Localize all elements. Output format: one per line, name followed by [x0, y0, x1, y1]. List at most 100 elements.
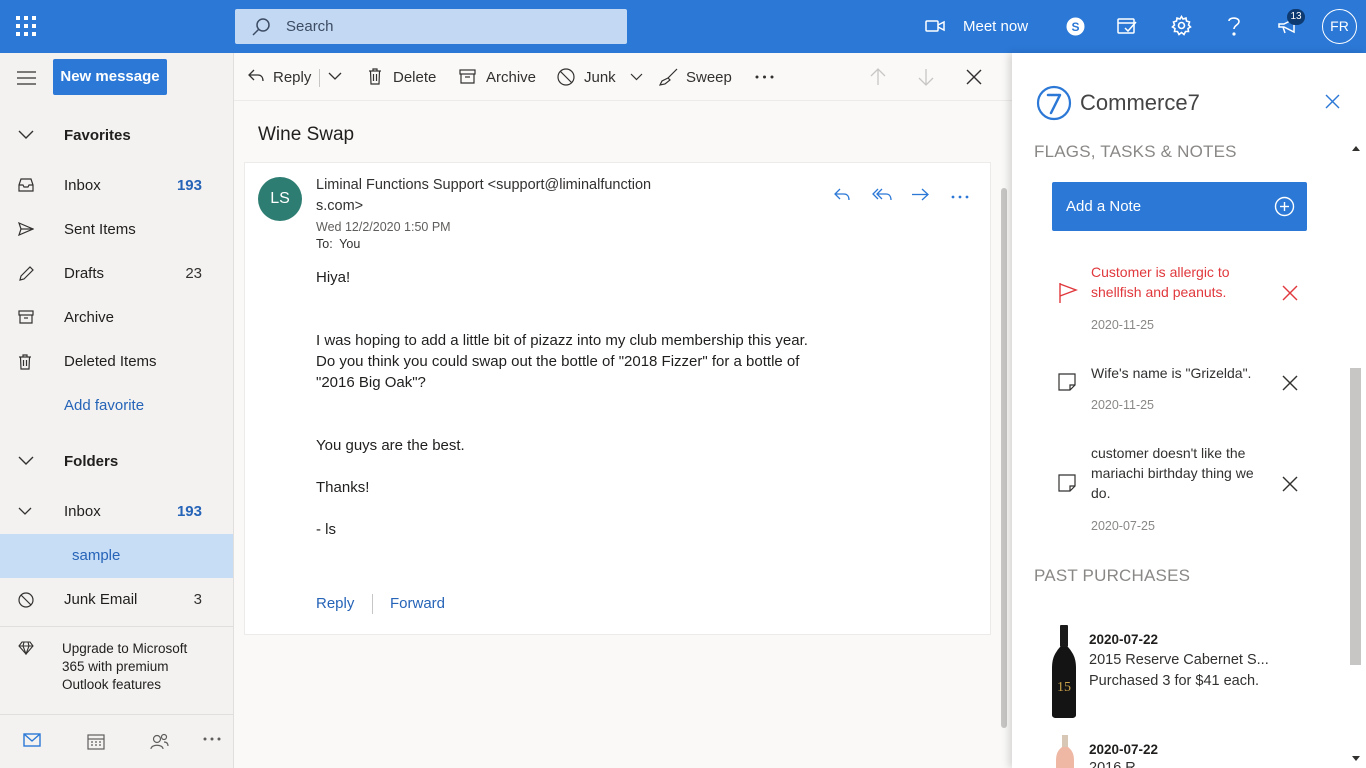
new-message-button[interactable]: New message: [53, 59, 167, 95]
nav-item-sent-items[interactable]: Sent Items: [0, 208, 233, 252]
search-placeholder: Search: [286, 18, 334, 35]
note-icon: [1058, 474, 1076, 492]
addin-title: Commerce7: [1080, 90, 1200, 115]
forward-arrow-icon[interactable]: [911, 187, 929, 202]
reply-arrow-icon: [248, 69, 264, 83]
to-value[interactable]: You: [339, 237, 360, 251]
inbox-icon: [18, 178, 34, 192]
delete-note-icon[interactable]: [1282, 476, 1298, 492]
account-avatar[interactable]: FR: [1322, 9, 1357, 44]
close-reading-pane-icon[interactable]: [966, 69, 982, 91]
plus-circle-icon: [1274, 196, 1295, 217]
module-switcher: [0, 714, 233, 768]
message-subject: Wine Swap: [258, 124, 355, 145]
video-call-icon[interactable]: [925, 18, 945, 34]
body-paragraph: - ls: [316, 521, 336, 538]
scroll-up-arrow-icon[interactable]: [1352, 146, 1360, 151]
favorites-label: Favorites: [64, 127, 131, 144]
purchase-details: Purchased 3 for $41 each.: [1089, 673, 1260, 689]
nav-item-deleted-items[interactable]: Deleted Items: [0, 340, 233, 384]
note-date: 2020-11-25: [1091, 398, 1155, 412]
folders-label: Folders: [64, 453, 119, 470]
purchase-item[interactable]: 15 2020-07-22 2015 Reserve Cabernet S...…: [1050, 625, 1340, 720]
chevron-down-icon[interactable]: [18, 507, 32, 516]
reading-pane-scrollbar[interactable]: [1001, 188, 1007, 728]
sender-avatar[interactable]: LS: [258, 177, 302, 221]
reply-link[interactable]: Reply: [316, 595, 354, 612]
forward-link[interactable]: Forward: [390, 595, 445, 612]
reply-all-arrow-icon[interactable]: [872, 187, 892, 202]
note-icon: [1058, 373, 1076, 391]
previous-message-arrow-up-icon[interactable]: [869, 68, 887, 90]
favorites-header[interactable]: Favorites: [0, 114, 233, 158]
purchase-item[interactable]: 2020-07-22 2016 R...: [1050, 735, 1340, 768]
more-actions-icon[interactable]: [755, 75, 774, 97]
nav-folder-junk-email[interactable]: Junk Email 3: [0, 578, 233, 622]
message-date: Wed 12/2/2020 1:50 PM: [316, 220, 451, 234]
people-icon[interactable]: [150, 733, 169, 750]
unread-count: 193: [176, 177, 202, 194]
purchase-date: 2020-07-22: [1089, 742, 1159, 757]
close-icon[interactable]: [1325, 94, 1340, 109]
archive-label: Archive: [486, 69, 537, 86]
note-text: Wife's name is "Grizelda".: [1091, 365, 1252, 381]
upgrade-banner[interactable]: Upgrade to Microsoft 365 with premium Ou…: [0, 626, 233, 706]
nav-item-drafts[interactable]: Drafts 23: [0, 252, 233, 296]
send-icon: [18, 222, 34, 236]
note-text: customer doesn't like the mariachi birth…: [1091, 445, 1254, 501]
delete-note-icon[interactable]: [1282, 375, 1298, 391]
reply-arrow-icon[interactable]: [834, 187, 850, 202]
sweep-label: Sweep: [686, 69, 732, 86]
folder-pane: New message Favorites Inbox 193 Sent Ite…: [0, 53, 234, 768]
delete-note-icon[interactable]: [1282, 285, 1298, 301]
divider: [319, 69, 320, 87]
nav-item-label: sample: [72, 547, 121, 564]
junk-block-icon: [18, 592, 34, 608]
add-favorite-link[interactable]: Add favorite: [0, 384, 233, 428]
svg-text:S: S: [1071, 20, 1079, 34]
add-note-button[interactable]: Add a Note: [1052, 182, 1307, 231]
nav-folder-inbox[interactable]: Inbox 193: [0, 490, 233, 534]
top-bar: Search Meet now S 13 FR: [0, 0, 1366, 53]
more-apps-icon[interactable]: [203, 737, 221, 741]
next-message-arrow-down-icon[interactable]: [917, 68, 935, 90]
scroll-down-arrow-icon[interactable]: [1352, 756, 1360, 761]
commerce7-logo-icon: [1036, 85, 1072, 121]
purchase-product-name: 2016 R...: [1089, 760, 1148, 768]
sender-name[interactable]: Liminal Functions Support <support@limin…: [316, 175, 656, 217]
body-paragraph: Thanks!: [316, 479, 370, 496]
calendar-icon[interactable]: [87, 733, 105, 750]
diamond-icon: [18, 641, 34, 655]
more-message-actions-icon[interactable]: [951, 195, 969, 199]
archive-icon: [18, 310, 34, 324]
folders-header[interactable]: Folders: [0, 440, 233, 484]
junk-block-icon: [557, 68, 575, 86]
purchase-product-name: 2015 Reserve Cabernet S...: [1089, 652, 1269, 668]
broom-icon: [659, 68, 678, 86]
chevron-down-icon: [630, 73, 643, 81]
wine-bottle-image: [1054, 735, 1076, 768]
skype-icon[interactable]: S: [1066, 17, 1085, 36]
scrollbar-thumb[interactable]: [1350, 368, 1361, 665]
unread-count: 193: [176, 503, 202, 520]
nav-item-archive[interactable]: Archive: [0, 296, 233, 340]
help-icon[interactable]: [1226, 15, 1242, 37]
settings-gear-icon[interactable]: [1171, 15, 1192, 36]
nav-item-inbox[interactable]: Inbox 193: [0, 164, 233, 208]
hamburger-menu-icon[interactable]: [17, 71, 37, 85]
search-icon: [251, 17, 271, 37]
purchase-date: 2020-07-22: [1089, 632, 1159, 647]
item-count: 3: [193, 591, 202, 608]
reply-options-chevron-icon[interactable]: [328, 72, 342, 94]
meet-now-button[interactable]: Meet now: [963, 18, 1028, 35]
search-box[interactable]: Search: [235, 9, 627, 44]
addin-scrollbar[interactable]: [1349, 140, 1363, 768]
my-day-icon[interactable]: [1117, 16, 1138, 36]
to-label: To:: [316, 237, 333, 251]
mail-icon[interactable]: [23, 733, 41, 747]
app-launcher-icon[interactable]: [15, 15, 39, 39]
body-paragraph: I was hoping to add a little bit of piza…: [316, 332, 808, 391]
nav-folder-sample[interactable]: sample: [0, 534, 233, 578]
note-text: Customer is allergic to shellfish and pe…: [1091, 264, 1230, 300]
svg-text:15: 15: [1057, 680, 1071, 695]
